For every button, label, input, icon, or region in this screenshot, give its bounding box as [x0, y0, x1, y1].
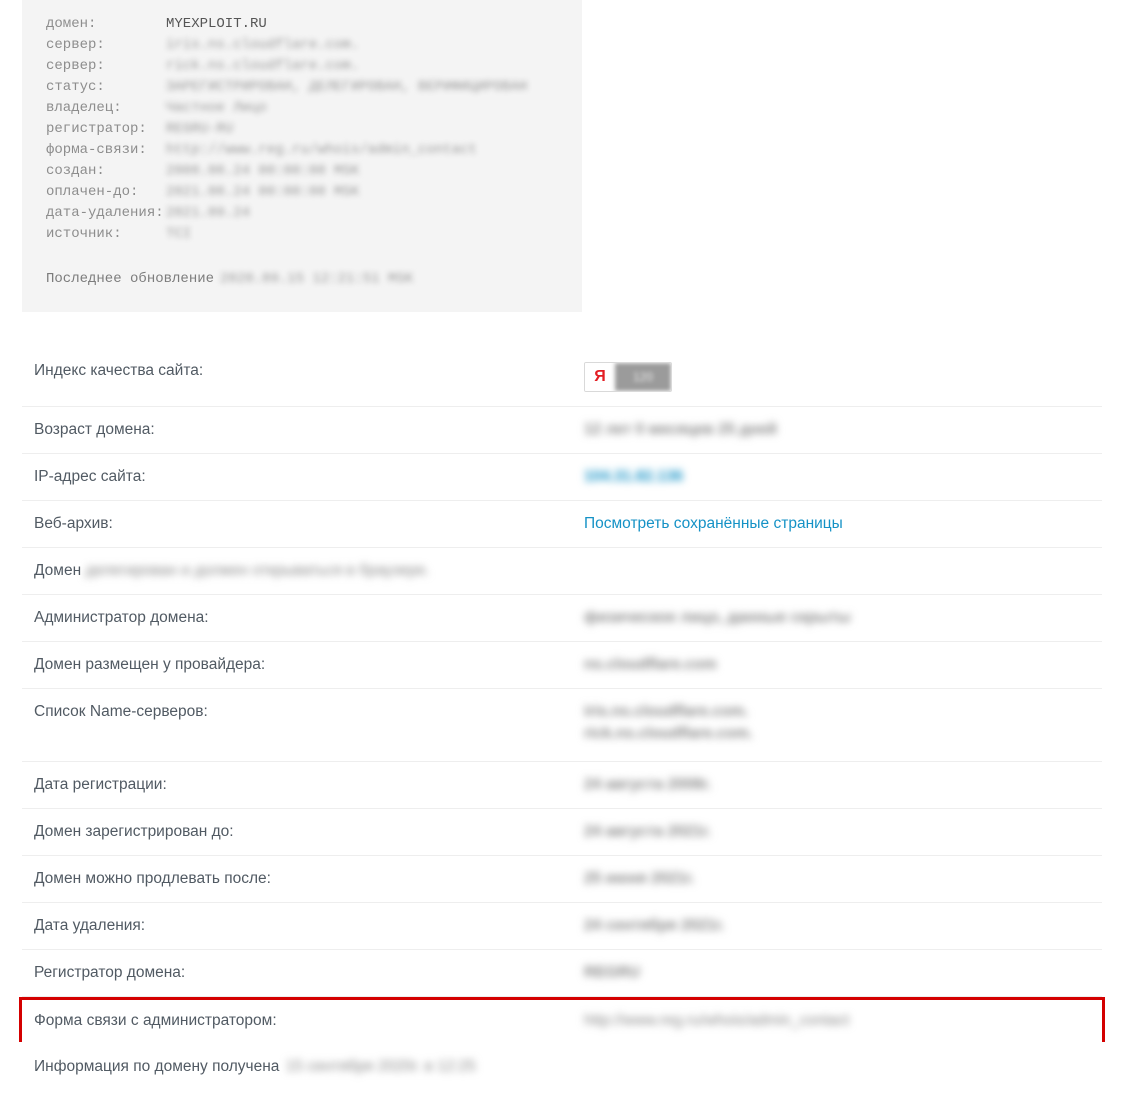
info-row: Дата удаления:24 сентября 2021г.: [22, 903, 1102, 950]
whois-value: Частное Лицо: [166, 98, 267, 119]
blurred-value: ns.cloudflare.com: [584, 656, 717, 673]
whois-row: домен:MYEXPLOIT.RU: [46, 14, 558, 35]
info-label: Домен делегирован и должен открываться в…: [34, 562, 1090, 580]
info-footer-value: 15 сентября 2020г. в 12:25: [286, 1058, 476, 1075]
whois-row: сервер:rick.ns.cloudflare.com.: [46, 56, 558, 77]
whois-row: владелец:Частное Лицо: [46, 98, 558, 119]
blurred-text: http://www.reg.ru/whois/admin_contact: [584, 1012, 849, 1029]
info-footer: Информация по домену получена 15 сентябр…: [34, 1058, 1130, 1076]
whois-row: дата-удаления:2021.09.24: [46, 203, 558, 224]
info-value: 25 июня 2021г.: [584, 870, 1090, 888]
info-row: Домен делегирован и должен открываться в…: [22, 548, 1102, 595]
info-inline-blur: делегирован и должен открываться в брауз…: [85, 562, 429, 579]
whois-row: источник:TCI: [46, 224, 558, 245]
info-label: Индекс качества сайта:: [34, 362, 584, 380]
info-label: Домен размещен у провайдера:: [34, 656, 584, 674]
info-value: 12 лет 0 месяцев 25 дней: [584, 421, 1090, 439]
whois-key: форма-связи:: [46, 140, 166, 161]
info-row: Форма связи с администратором:http://www…: [19, 997, 1105, 1042]
whois-key: создан:: [46, 161, 166, 182]
whois-row: форма-связи:http://www.reg.ru/whois/admi…: [46, 140, 558, 161]
blurred-value: 12 лет 0 месяцев 25 дней: [584, 421, 777, 438]
whois-key: домен:: [46, 14, 166, 35]
whois-raw-block: домен:MYEXPLOIT.RUсервер:iris.ns.cloudfl…: [22, 0, 582, 312]
blurred-value: физическое лицо, данные скрыты: [584, 609, 851, 626]
info-value: ns.cloudflare.com: [584, 656, 1090, 674]
info-value: 24 августа 2021г.: [584, 823, 1090, 841]
info-label: Администратор домена:: [34, 609, 584, 627]
info-value: 104.31.82.136: [584, 468, 1090, 486]
info-row: Домен зарегистрирован до:24 августа 2021…: [22, 809, 1102, 856]
whois-value: http://www.reg.ru/whois/admin_contact: [166, 140, 477, 161]
info-label: Веб-архив:: [34, 515, 584, 533]
whois-row: регистратор:REGRU-RU: [46, 119, 558, 140]
whois-update: Последнее обновление 2020.09.15 12:21:51 …: [46, 269, 558, 290]
info-row: Индекс качества сайта:Я120: [22, 348, 1102, 407]
whois-key: источник:: [46, 224, 166, 245]
info-value: REGRU: [584, 964, 1090, 982]
whois-key: владелец:: [46, 98, 166, 119]
whois-value: TCI: [166, 224, 191, 245]
info-value: Посмотреть сохранённые страницы: [584, 515, 1090, 533]
whois-row: оплачен-до:2021.08.24 00:00:00 MSK: [46, 182, 558, 203]
blurred-value: 24 сентября 2021г.: [584, 917, 725, 934]
info-row: Администратор домена:физическое лицо, да…: [22, 595, 1102, 642]
info-value: 24 сентября 2021г.: [584, 917, 1090, 935]
info-label: Форма связи с администратором:: [34, 1012, 584, 1030]
blurred-link[interactable]: 104.31.82.136: [584, 468, 683, 485]
whois-row: сервер:iris.ns.cloudflare.com.: [46, 35, 558, 56]
whois-value: iris.ns.cloudflare.com.: [166, 35, 359, 56]
info-row: Домен размещен у провайдера:ns.cloudflar…: [22, 642, 1102, 689]
info-label: IP-адрес сайта:: [34, 468, 584, 486]
yandex-quality-badge[interactable]: Я120: [584, 362, 672, 392]
info-row: Список Name-серверов:iris.ns.cloudflare.…: [22, 689, 1102, 762]
info-value: Я120: [584, 362, 1090, 392]
info-row: IP-адрес сайта:104.31.82.136: [22, 454, 1102, 501]
whois-update-label: Последнее обновление: [46, 271, 214, 287]
info-footer-prefix: Информация по домену получена: [34, 1058, 279, 1075]
whois-value: 2021.08.24 00:00:00 MSK: [166, 182, 359, 203]
info-row: Регистратор домена:REGRU: [22, 950, 1102, 997]
blurred-value: rick.ns.cloudflare.com.: [584, 725, 1090, 743]
info-row: Дата регистрации:24 августа 2008г.: [22, 762, 1102, 809]
info-value: 24 августа 2008г.: [584, 776, 1090, 794]
info-label: Домен можно продлевать после:: [34, 870, 584, 888]
whois-key: дата-удаления:: [46, 203, 166, 224]
whois-value: 2021.09.24: [166, 203, 250, 224]
whois-value: MYEXPLOIT.RU: [166, 14, 267, 35]
info-value: физическое лицо, данные скрыты: [584, 609, 1090, 627]
yandex-score: 120: [615, 363, 671, 391]
info-row: Веб-архив:Посмотреть сохранённые страниц…: [22, 501, 1102, 548]
domain-info-table: Индекс качества сайта:Я120Возраст домена…: [22, 348, 1102, 1042]
blurred-value: 24 августа 2021г.: [584, 823, 711, 840]
info-label: Регистратор домена:: [34, 964, 584, 982]
whois-key: сервер:: [46, 56, 166, 77]
blurred-value: 24 августа 2008г.: [584, 776, 711, 793]
yandex-icon: Я: [585, 363, 615, 391]
whois-row: статус:ЗАРЕГИСТРИРОВАН, ДЕЛЕГИРОВАН, ВЕР…: [46, 77, 558, 98]
info-label: Дата регистрации:: [34, 776, 584, 794]
whois-update-value: 2020.09.15 12:21:51 MSK: [220, 271, 413, 287]
blurred-value: 25 июня 2021г.: [584, 870, 695, 887]
info-label: Домен зарегистрирован до:: [34, 823, 584, 841]
whois-key: оплачен-до:: [46, 182, 166, 203]
whois-value: REGRU-RU: [166, 119, 233, 140]
info-row: Домен можно продлевать после:25 июня 202…: [22, 856, 1102, 903]
info-row: Возраст домена:12 лет 0 месяцев 25 дней: [22, 407, 1102, 454]
whois-row: создан:2008.08.24 00:00:00 MSK: [46, 161, 558, 182]
whois-key: регистратор:: [46, 119, 166, 140]
whois-value: rick.ns.cloudflare.com.: [166, 56, 359, 77]
whois-value: 2008.08.24 00:00:00 MSK: [166, 161, 359, 182]
web-archive-link[interactable]: Посмотреть сохранённые страницы: [584, 515, 843, 532]
info-value: iris.ns.cloudflare.com. rick.ns.cloudflar…: [584, 703, 1090, 747]
info-label: Список Name-серверов:: [34, 703, 584, 721]
blurred-value: iris.ns.cloudflare.com.: [584, 703, 1090, 721]
whois-key: сервер:: [46, 35, 166, 56]
info-value: http://www.reg.ru/whois/admin_contact: [584, 1012, 1090, 1030]
whois-key: статус:: [46, 77, 166, 98]
whois-value: ЗАРЕГИСТРИРОВАН, ДЕЛЕГИРОВАН, ВЕРИФИЦИРО…: [166, 77, 527, 98]
info-label: Дата удаления:: [34, 917, 584, 935]
blurred-value: REGRU: [584, 964, 640, 981]
info-label: Возраст домена:: [34, 421, 584, 439]
